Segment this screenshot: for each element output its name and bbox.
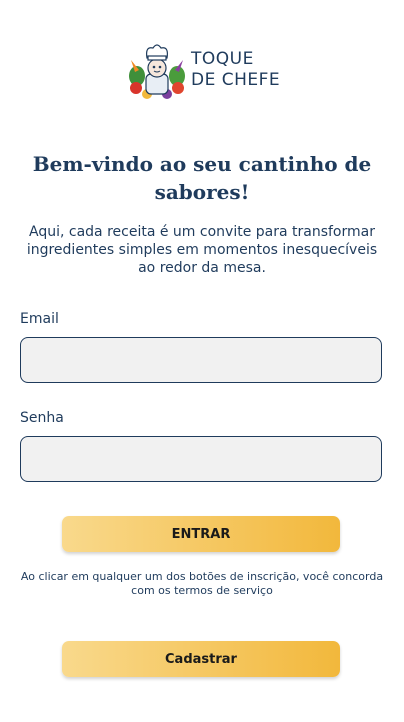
welcome-text: Aqui, cada receita é um convite para tra… — [26, 224, 378, 276]
password-field[interactable] — [20, 436, 382, 482]
brand-name-line1: TOQUE — [191, 49, 254, 69]
brand-name: TOQUE DE CHEFE — [191, 49, 280, 91]
login-button[interactable]: ENTRAR — [62, 516, 340, 552]
email-field[interactable] — [20, 337, 382, 383]
signup-button[interactable]: Cadastrar — [62, 641, 340, 677]
chef-with-vegetables-icon — [129, 44, 185, 99]
terms-notice: Ao clicar em qualquer um dos botões de i… — [20, 570, 384, 597]
brand-name-line2: DE CHEFE — [191, 70, 281, 90]
brand-logo: TOQUE DE CHEFE — [127, 40, 280, 100]
email-label: Email — [20, 311, 59, 327]
welcome-title: Bem-vindo ao seu cantinho de sabores! — [32, 152, 372, 204]
password-label: Senha — [20, 410, 64, 426]
